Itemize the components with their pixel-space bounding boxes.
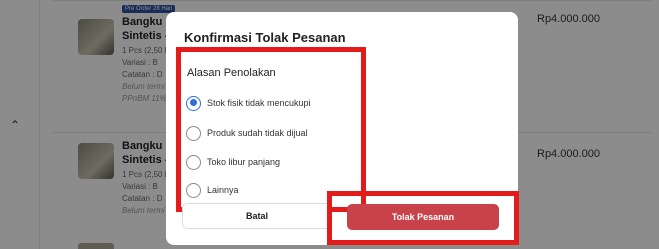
- reject-highlight-box: Tolak Pesanan: [327, 191, 519, 245]
- reason-option-label: Toko libur panjang: [207, 157, 281, 167]
- radio-empty-icon[interactable]: [186, 125, 201, 141]
- radio-empty-icon[interactable]: [186, 182, 201, 198]
- reason-label: Alasan Penolakan: [187, 67, 276, 79]
- radio-selected-icon[interactable]: [186, 95, 201, 111]
- radio-empty-icon[interactable]: [186, 154, 201, 170]
- cancel-button[interactable]: Batal: [182, 203, 332, 229]
- reason-highlight-box: Alasan Penolakan Stok fisik tidak mencuk…: [176, 47, 366, 212]
- reason-option-produk[interactable]: Produk sudah tidak dijual: [186, 123, 308, 143]
- reject-order-modal: Konfirmasi Tolak Pesanan Alasan Penolaka…: [166, 12, 519, 245]
- reason-option-libur[interactable]: Toko libur panjang: [186, 152, 280, 172]
- reason-option-lainnya[interactable]: Lainnya: [186, 180, 239, 200]
- modal-title: Konfirmasi Tolak Pesanan: [184, 30, 346, 45]
- reason-option-label: Produk sudah tidak dijual: [207, 128, 308, 138]
- reason-option-label: Stok fisik tidak mencukupi: [207, 98, 311, 108]
- reason-option-label: Lainnya: [207, 185, 239, 195]
- reason-option-stok[interactable]: Stok fisik tidak mencukupi: [186, 93, 311, 113]
- reject-order-button[interactable]: Tolak Pesanan: [347, 204, 499, 230]
